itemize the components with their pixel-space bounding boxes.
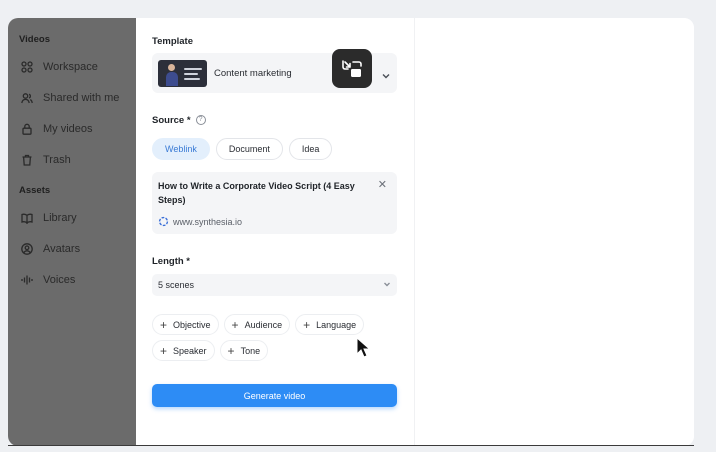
waveform-icon [21,274,33,286]
exit-fullscreen-icon [342,59,362,77]
sidebar: Videos Workspace Shared with me My video… [8,18,136,446]
tab-idea[interactable]: Idea [288,138,333,160]
source-label-text: Source * [152,115,191,126]
sidebar-item-label: Voices [43,273,76,286]
generate-form: Template Content marketing Source *? Web… [136,18,414,446]
bottom-border [8,445,694,446]
app-window: Videos Workspace Shared with me My video… [8,18,694,446]
add-option-label: Audience [244,319,283,330]
add-speaker-button[interactable]: + Speaker [152,340,215,361]
source-title: How to Write a Corporate Video Script (4… [158,181,355,205]
sidebar-item-voices[interactable]: Voices [8,264,136,295]
generate-video-button[interactable]: Generate video [152,384,397,407]
sidebar-item-trash[interactable]: Trash [8,144,136,175]
sidebar-section-assets: Assets [19,185,51,196]
plus-icon: + [303,317,311,332]
source-site-url: www.synthesia.io [173,216,243,227]
length-value: 5 scenes [158,280,195,290]
source-tabs: Weblink Document Idea [152,138,333,160]
sidebar-item-library[interactable]: Library [8,202,136,233]
sidebar-item-label: My videos [43,122,93,135]
sidebar-item-label: Workspace [43,60,98,73]
sidebar-section-videos: Videos [19,34,50,45]
source-card: How to Write a Corporate Video Script (4… [152,172,397,234]
add-language-button[interactable]: + Language [295,314,365,335]
close-icon[interactable]: ✕ [378,178,387,191]
exit-fullscreen-button[interactable] [332,49,372,88]
sidebar-item-shared[interactable]: Shared with me [8,82,136,113]
synthesia-logo-icon [158,216,169,227]
plus-icon: + [227,343,235,358]
add-option-label: Objective [173,319,211,330]
add-audience-button[interactable]: + Audience [223,314,291,335]
sidebar-item-label: Trash [43,153,71,166]
tab-document[interactable]: Document [215,138,283,160]
add-option-label: Speaker [173,345,207,356]
sidebar-item-label: Shared with me [43,91,120,104]
length-select[interactable]: 5 scenes [152,274,397,296]
template-label: Template [152,36,194,47]
chevron-down-icon [381,68,391,79]
preview-pane [415,18,694,446]
source-label: Source *? [152,115,206,126]
sidebar-item-label: Avatars [43,242,81,255]
users-icon [21,92,33,104]
chevron-down-icon [383,280,391,288]
plus-icon: + [160,317,168,332]
mouse-cursor-icon [356,336,372,359]
avatar-icon [21,242,33,255]
sidebar-item-avatars[interactable]: Avatars [8,233,136,264]
help-icon[interactable]: ? [195,115,206,126]
source-site: www.synthesia.io [158,216,242,227]
length-label: Length * [152,256,190,267]
trash-icon [21,154,33,166]
book-icon [21,212,33,224]
add-tone-button[interactable]: + Tone [219,340,269,361]
template-thumbnail [158,59,207,87]
sidebar-item-my-videos[interactable]: My videos [8,113,136,144]
lock-icon [21,123,33,135]
tab-weblink[interactable]: Weblink [152,138,210,160]
sidebar-item-workspace[interactable]: Workspace [8,51,136,82]
sidebar-item-label: Library [43,211,77,224]
plus-icon: + [160,343,168,358]
plus-icon: + [231,317,239,332]
add-objective-button[interactable]: + Objective [152,314,219,335]
add-option-label: Tone [240,345,261,356]
template-name: Content marketing [214,67,292,79]
add-option-label: Language [316,319,357,330]
workspace-icon [21,60,33,73]
